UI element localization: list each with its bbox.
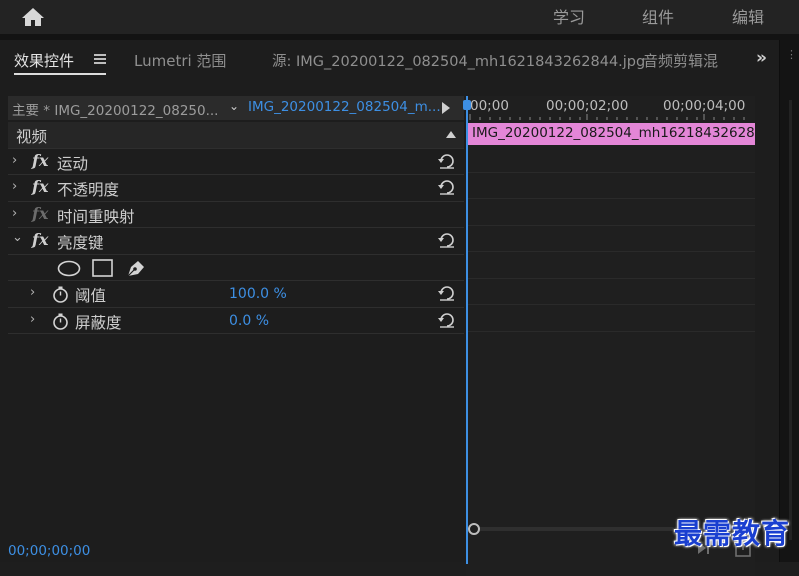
rectangle-mask-icon[interactable] bbox=[92, 258, 114, 277]
effect-name: 亮度键 bbox=[57, 234, 104, 252]
fx-icon[interactable]: fx bbox=[32, 151, 48, 170]
ellipse-mask-icon[interactable] bbox=[57, 260, 81, 277]
effect-name: 不透明度 bbox=[57, 181, 120, 199]
timeline-clip[interactable]: IMG_20200122_082504_mh1621843262844 bbox=[468, 123, 755, 145]
playhead[interactable] bbox=[463, 96, 471, 564]
keyframe-lane[interactable] bbox=[466, 252, 755, 279]
watermark: 最需教育 bbox=[674, 517, 791, 550]
current-timecode[interactable]: 00;00;00;00 bbox=[8, 543, 90, 559]
param-row-cutoff[interactable]: › 屏蔽度 0.0 % bbox=[8, 308, 464, 334]
chevron-right-icon[interactable]: › bbox=[12, 153, 17, 168]
adjacent-panel-edge: ⋮ bbox=[779, 40, 799, 562]
effects-list: 视频 › fx 运动 › fx 不透明度 › fx 时间重映射 ⌄ fx 亮度键… bbox=[8, 122, 464, 334]
home-icon bbox=[22, 8, 44, 26]
keyframe-lane[interactable] bbox=[466, 146, 755, 173]
tab-source-monitor[interactable]: 源: IMG_20200122_082504_mh1621843262844.j… bbox=[272, 50, 645, 71]
stopwatch-icon[interactable] bbox=[52, 313, 69, 330]
chevron-right-icon[interactable]: › bbox=[12, 206, 17, 221]
fx-icon[interactable]: fx bbox=[32, 230, 48, 249]
param-name: 阈值 bbox=[75, 287, 107, 305]
reset-icon[interactable] bbox=[438, 232, 456, 248]
reset-icon[interactable] bbox=[438, 153, 456, 169]
sequence-clip-label[interactable]: IMG_20200122_082504_m... bbox=[248, 99, 441, 115]
section-header-video: 视频 bbox=[8, 122, 464, 149]
section-header-label: 视频 bbox=[16, 128, 48, 146]
effect-name: 运动 bbox=[57, 154, 89, 173]
reset-icon[interactable] bbox=[438, 285, 456, 301]
playhead-handle[interactable] bbox=[463, 100, 471, 110]
effect-timeline: 00;00 00;00;02;00 00;00;04;00 IMG_202001… bbox=[463, 96, 755, 576]
param-value[interactable]: 0.0 % bbox=[229, 313, 269, 329]
panel-tab-row: 效果控件 Lumetri 范围 源: IMG_20200122_082504_m… bbox=[0, 40, 779, 80]
tab-lumetri-scopes[interactable]: Lumetri 范围 bbox=[134, 50, 226, 71]
scroll-track[interactable] bbox=[474, 527, 674, 531]
scrollbar[interactable] bbox=[789, 100, 792, 540]
stopwatch-icon[interactable] bbox=[52, 286, 69, 303]
effect-row-motion[interactable]: › fx 运动 bbox=[8, 149, 464, 175]
play-icon[interactable] bbox=[442, 102, 450, 114]
fx-icon[interactable]: fx bbox=[32, 204, 48, 223]
panel-edge-icon: ⋮ bbox=[786, 48, 797, 61]
time-ruler[interactable]: 00;00 00;00;02;00 00;00;04;00 bbox=[466, 96, 755, 120]
clip-selector: 主要 * IMG_20200122_08250... ⌄ IMG_2020012… bbox=[8, 96, 464, 120]
master-clip-label[interactable]: 主要 * IMG_20200122_08250... bbox=[12, 99, 227, 119]
keyframe-lane[interactable] bbox=[466, 199, 755, 226]
param-row-threshold[interactable]: › 阈值 100.0 % bbox=[8, 281, 464, 308]
chevron-down-icon[interactable]: ⌄ bbox=[12, 230, 23, 245]
keyframe-lane[interactable] bbox=[466, 305, 755, 332]
ruler-ticks bbox=[469, 114, 745, 120]
home-button[interactable] bbox=[18, 4, 48, 30]
chevron-right-icon[interactable]: › bbox=[12, 179, 17, 194]
effect-row-opacity[interactable]: › fx 不透明度 bbox=[8, 175, 464, 202]
workspace-tab-assembly[interactable]: 组件 bbox=[642, 4, 674, 28]
active-tab-indicator bbox=[14, 73, 106, 75]
keyframe-lane[interactable] bbox=[466, 279, 755, 305]
timeline-clip-label: IMG_20200122_082504_mh1621843262844 bbox=[472, 125, 755, 141]
param-value[interactable]: 100.0 % bbox=[229, 286, 287, 302]
chevron-down-icon[interactable]: ⌄ bbox=[229, 99, 239, 113]
tab-effect-controls[interactable]: 效果控件 bbox=[14, 50, 74, 71]
fx-icon[interactable]: fx bbox=[32, 177, 48, 196]
effect-row-luma-key[interactable]: ⌄ fx 亮度键 bbox=[8, 228, 464, 255]
workspace-bar: 学习 组件 编辑 bbox=[0, 0, 799, 34]
param-name: 屏蔽度 bbox=[75, 313, 122, 332]
reset-icon[interactable] bbox=[438, 312, 456, 328]
scroll-handle[interactable] bbox=[468, 523, 480, 535]
collapse-up-icon[interactable] bbox=[446, 131, 456, 138]
keyframe-lane[interactable] bbox=[466, 226, 755, 252]
reset-icon[interactable] bbox=[438, 179, 456, 195]
ruler-timecode: 00;00;04;00 bbox=[663, 98, 746, 114]
keyframe-lane[interactable] bbox=[466, 173, 755, 199]
chevron-right-icon[interactable]: › bbox=[30, 312, 35, 327]
pen-mask-icon[interactable] bbox=[125, 258, 147, 278]
keyframe-lanes bbox=[466, 146, 755, 332]
panel-menu-icon[interactable] bbox=[94, 54, 106, 64]
ruler-timecode: 00;00 bbox=[470, 98, 509, 114]
tab-overflow-button[interactable]: » bbox=[756, 48, 767, 68]
workspace-tab-learn[interactable]: 学习 bbox=[553, 4, 585, 28]
effect-name: 时间重映射 bbox=[57, 207, 135, 226]
effect-row-time-remapping[interactable]: › fx 时间重映射 bbox=[8, 202, 464, 228]
tab-audio-clip-mixer[interactable]: 音频剪辑混 bbox=[643, 50, 718, 71]
workspace-tab-editing[interactable]: 编辑 bbox=[732, 4, 764, 28]
mask-tools bbox=[8, 255, 464, 281]
ruler-timecode: 00;00;02;00 bbox=[546, 98, 629, 114]
chevron-right-icon[interactable]: › bbox=[30, 285, 35, 300]
